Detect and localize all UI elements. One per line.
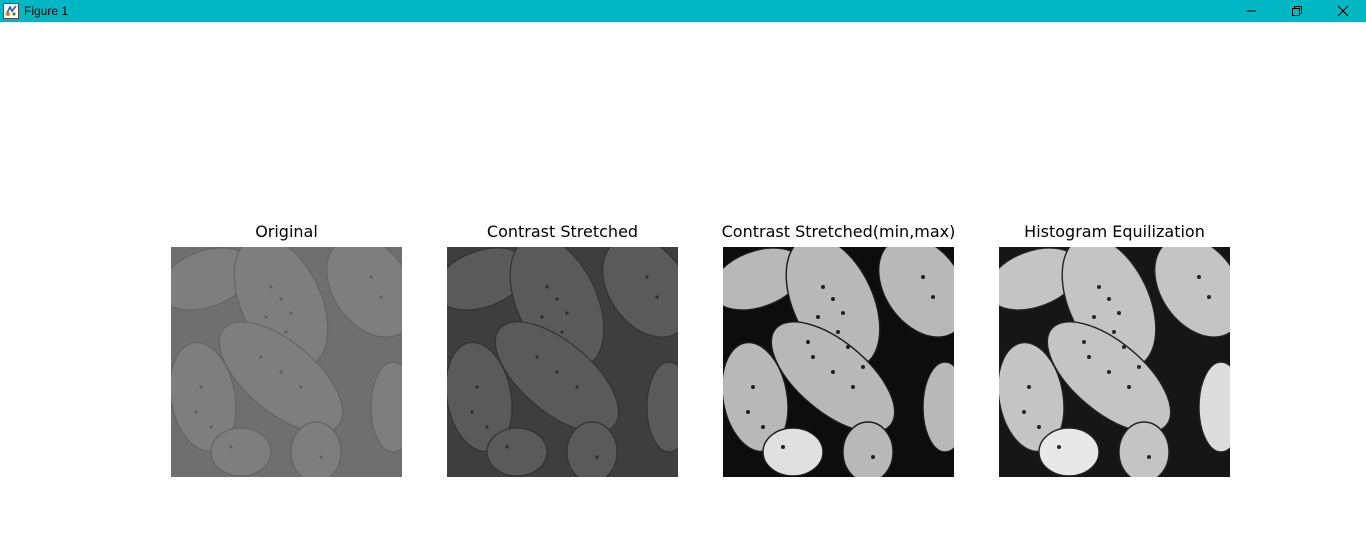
app-icon [3, 3, 19, 19]
image-histogram-equalization [999, 247, 1230, 477]
minimize-button[interactable] [1228, 0, 1274, 22]
image-contrast-stretched [447, 247, 678, 477]
window-title: Figure 1 [24, 4, 69, 18]
subplot-title: Contrast Stretched(min,max) [721, 222, 956, 241]
figure-canvas: Original Contrast Stretched Contrast Str… [0, 22, 1366, 560]
restore-button[interactable] [1274, 0, 1320, 22]
restore-icon [1292, 6, 1302, 16]
subplot-title: Original [255, 222, 318, 241]
window-controls [1228, 0, 1366, 22]
subplot-title: Histogram Equilization [1024, 222, 1205, 241]
image-contrast-stretched-minmax [723, 247, 954, 477]
title-bar[interactable]: Figure 1 [0, 0, 1366, 22]
close-button[interactable] [1320, 0, 1366, 22]
close-icon [1337, 5, 1349, 17]
minimize-icon [1246, 10, 1256, 12]
image-original [171, 247, 402, 477]
subplot-title: Contrast Stretched [486, 222, 639, 241]
figure-window: Figure 1 Original Contrast Stretched Con… [0, 0, 1366, 560]
